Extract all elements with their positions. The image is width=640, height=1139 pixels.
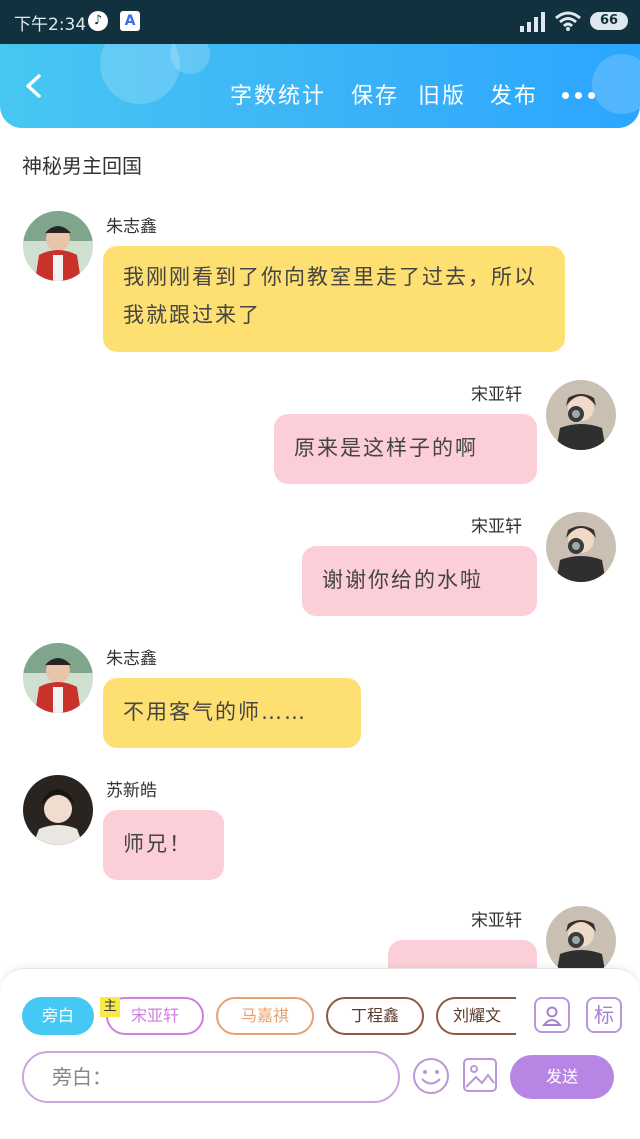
- main-character-badge: 主: [100, 997, 120, 1017]
- old-version-button[interactable]: 旧版: [418, 78, 466, 110]
- app-a-icon: A: [120, 11, 140, 31]
- tag-button[interactable]: 标: [586, 997, 622, 1033]
- speaker-name: 苏新皓: [106, 781, 157, 801]
- message-bubble[interactable]: 原来是这样子的啊: [274, 414, 537, 484]
- message-bubble[interactable]: 我刚刚看到了你向教室里走了过去，所以我就跟过来了: [103, 246, 565, 352]
- add-character-icon[interactable]: [534, 997, 570, 1033]
- editor-header: 字数统计 保存 旧版 发布: [0, 44, 640, 128]
- message-bubble[interactable]: 谢谢你给的水啦: [302, 546, 537, 616]
- speaker-name: 宋亚轩: [471, 517, 522, 537]
- send-button[interactable]: 发送: [510, 1055, 614, 1099]
- more-dots-icon[interactable]: [562, 84, 601, 103]
- emoji-icon[interactable]: [412, 1057, 450, 1095]
- publish-button[interactable]: 发布: [490, 78, 538, 110]
- wifi-icon: [555, 11, 581, 31]
- chevron-left-icon[interactable]: [22, 74, 46, 98]
- message-bubble[interactable]: 师兄！: [103, 810, 224, 880]
- speaker-name: 朱志鑫: [106, 649, 157, 669]
- chip-character[interactable]: 刘耀文: [436, 997, 516, 1035]
- story-title: 神秘男主回国: [22, 154, 142, 178]
- chip-narration[interactable]: 旁白: [22, 997, 94, 1035]
- decor-bubble: [100, 44, 180, 104]
- composer-panel: 旁白 宋亚轩 主 马嘉祺 丁程鑫 刘耀文 标 旁白： 发送: [0, 968, 640, 1139]
- status-time: 下午2:34: [14, 15, 87, 35]
- dialogue-input[interactable]: 旁白：: [22, 1051, 400, 1103]
- word-count-button[interactable]: 字数统计: [230, 78, 326, 110]
- chip-character[interactable]: 宋亚轩: [106, 997, 204, 1035]
- status-bar: 下午2:34 ♪ A 66: [0, 0, 640, 44]
- chip-character[interactable]: 丁程鑫: [326, 997, 424, 1035]
- avatar[interactable]: [23, 211, 93, 281]
- save-button[interactable]: 保存: [351, 78, 399, 110]
- battery-indicator: 66: [590, 12, 628, 30]
- avatar[interactable]: [23, 643, 93, 713]
- avatar[interactable]: [546, 512, 616, 582]
- speaker-name: 宋亚轩: [471, 385, 522, 405]
- message-bubble[interactable]: 不用客气的师……: [103, 678, 361, 748]
- chip-character[interactable]: 马嘉祺: [216, 997, 314, 1035]
- signal-icon: [520, 12, 545, 32]
- avatar[interactable]: [23, 775, 93, 845]
- avatar[interactable]: [546, 380, 616, 450]
- speaker-name: 朱志鑫: [106, 217, 157, 237]
- image-icon[interactable]: [462, 1057, 498, 1093]
- speaker-name: 宋亚轩: [471, 911, 522, 931]
- avatar[interactable]: [546, 906, 616, 976]
- music-app-icon: ♪: [88, 11, 108, 31]
